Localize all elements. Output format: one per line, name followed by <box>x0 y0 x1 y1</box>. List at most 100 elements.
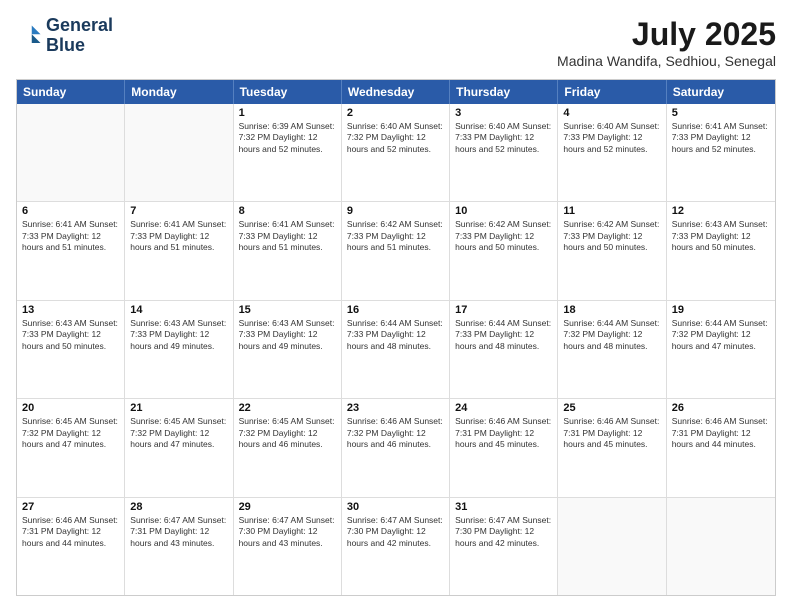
calendar-day-3: 3Sunrise: 6:40 AM Sunset: 7:33 PM Daylig… <box>450 104 558 201</box>
calendar-header: SundayMondayTuesdayWednesdayThursdayFrid… <box>17 80 775 104</box>
logo-icon <box>16 22 44 50</box>
calendar-empty-cell <box>558 498 666 595</box>
day-number: 20 <box>22 402 119 414</box>
calendar-day-22: 22 Sunrise: 6:45 AM Sunset: 7:32 PM Dayli… <box>234 399 342 496</box>
day-number: 16 <box>347 304 444 316</box>
header-cell-thursday: Thursday <box>450 80 558 104</box>
calendar-week-1: 1 Sunrise: 6:39 AM Sunset: 7:32 PM Daylig… <box>17 104 775 202</box>
day-number: 19 <box>672 304 770 316</box>
day-number: 3 <box>455 107 552 119</box>
logo-line1: General <box>46 16 113 36</box>
day-number: 11 <box>563 205 660 217</box>
day-number: 31 <box>455 501 552 513</box>
calendar-day-8: 8 Sunrise: 6:41 AM Sunset: 7:33 PM Daylig… <box>234 202 342 299</box>
calendar-week-3: 13 Sunrise: 6:43 AM Sunset: 7:33 PM Dayli… <box>17 301 775 399</box>
day-info: Sunrise: 6:45 AM Sunset: 7:32 PM Dayligh… <box>239 416 336 450</box>
day-info: Sunrise: 6:43 AM Sunset: 7:33 PM Dayligh… <box>130 318 227 352</box>
calendar-day-18: 18Sunrise: 6:44 AM Sunset: 7:32 PM Dayli… <box>558 301 666 398</box>
day-info: Sunrise: 6:47 AM Sunset: 7:30 PM Dayligh… <box>455 515 552 549</box>
day-number: 4 <box>563 107 660 119</box>
calendar-day-31: 31 Sunrise: 6:47 AM Sunset: 7:30 PM Dayli… <box>450 498 558 595</box>
day-number: 30 <box>347 501 444 513</box>
calendar-day-11: 11 Sunrise: 6:42 AM Sunset: 7:33 PM Dayli… <box>558 202 666 299</box>
header-cell-sunday: Sunday <box>17 80 125 104</box>
header-cell-saturday: Saturday <box>667 80 775 104</box>
location-title: Madina Wandifa, Sedhiou, Senegal <box>557 53 776 69</box>
calendar-day-23: 23 Sunrise: 6:46 AM Sunset: 7:32 PM Dayli… <box>342 399 450 496</box>
day-info: Sunrise: 6:42 AM Sunset: 7:33 PM Dayligh… <box>347 219 444 253</box>
calendar-day-26: 26Sunrise: 6:46 AM Sunset: 7:31 PM Dayli… <box>667 399 775 496</box>
day-info: Sunrise: 6:47 AM Sunset: 7:30 PM Dayligh… <box>239 515 336 549</box>
day-info: Sunrise: 6:46 AM Sunset: 7:31 PM Dayligh… <box>563 416 660 450</box>
day-info: Sunrise: 6:43 AM Sunset: 7:33 PM Dayligh… <box>672 219 770 253</box>
day-number: 1 <box>239 107 336 119</box>
day-number: 15 <box>239 304 336 316</box>
day-info: Sunrise: 6:41 AM Sunset: 7:33 PM Dayligh… <box>22 219 119 253</box>
day-number: 12 <box>672 205 770 217</box>
day-info: Sunrise: 6:47 AM Sunset: 7:31 PM Dayligh… <box>130 515 227 549</box>
calendar-day-15: 15 Sunrise: 6:43 AM Sunset: 7:33 PM Dayli… <box>234 301 342 398</box>
calendar-day-28: 28 Sunrise: 6:47 AM Sunset: 7:31 PM Dayli… <box>125 498 233 595</box>
calendar-week-5: 27Sunrise: 6:46 AM Sunset: 7:31 PM Dayli… <box>17 498 775 595</box>
calendar-day-20: 20 Sunrise: 6:45 AM Sunset: 7:32 PM Dayli… <box>17 399 125 496</box>
calendar: SundayMondayTuesdayWednesdayThursdayFrid… <box>16 79 776 596</box>
day-number: 13 <box>22 304 119 316</box>
calendar-body: 1 Sunrise: 6:39 AM Sunset: 7:32 PM Daylig… <box>17 104 775 595</box>
day-info: Sunrise: 6:41 AM Sunset: 7:33 PM Dayligh… <box>672 121 770 155</box>
calendar-day-17: 17Sunrise: 6:44 AM Sunset: 7:33 PM Dayli… <box>450 301 558 398</box>
day-number: 17 <box>455 304 552 316</box>
calendar-week-4: 20 Sunrise: 6:45 AM Sunset: 7:32 PM Dayli… <box>17 399 775 497</box>
calendar-day-12: 12 Sunrise: 6:43 AM Sunset: 7:33 PM Dayli… <box>667 202 775 299</box>
calendar-day-7: 7 Sunrise: 6:41 AM Sunset: 7:33 PM Daylig… <box>125 202 233 299</box>
day-number: 10 <box>455 205 552 217</box>
calendar-day-21: 21Sunrise: 6:45 AM Sunset: 7:32 PM Dayli… <box>125 399 233 496</box>
day-number: 29 <box>239 501 336 513</box>
calendar-day-1: 1 Sunrise: 6:39 AM Sunset: 7:32 PM Daylig… <box>234 104 342 201</box>
day-number: 23 <box>347 402 444 414</box>
header-cell-wednesday: Wednesday <box>342 80 450 104</box>
calendar-day-5: 5 Sunrise: 6:41 AM Sunset: 7:33 PM Daylig… <box>667 104 775 201</box>
calendar-day-27: 27Sunrise: 6:46 AM Sunset: 7:31 PM Dayli… <box>17 498 125 595</box>
day-info: Sunrise: 6:43 AM Sunset: 7:33 PM Dayligh… <box>22 318 119 352</box>
day-info: Sunrise: 6:41 AM Sunset: 7:33 PM Dayligh… <box>130 219 227 253</box>
day-info: Sunrise: 6:44 AM Sunset: 7:33 PM Dayligh… <box>347 318 444 352</box>
day-info: Sunrise: 6:44 AM Sunset: 7:32 PM Dayligh… <box>672 318 770 352</box>
calendar-day-16: 16 Sunrise: 6:44 AM Sunset: 7:33 PM Dayli… <box>342 301 450 398</box>
day-info: Sunrise: 6:39 AM Sunset: 7:32 PM Dayligh… <box>239 121 336 155</box>
day-info: Sunrise: 6:46 AM Sunset: 7:31 PM Dayligh… <box>22 515 119 549</box>
header-cell-monday: Monday <box>125 80 233 104</box>
day-info: Sunrise: 6:43 AM Sunset: 7:33 PM Dayligh… <box>239 318 336 352</box>
day-number: 25 <box>563 402 660 414</box>
day-info: Sunrise: 6:44 AM Sunset: 7:32 PM Dayligh… <box>563 318 660 352</box>
calendar-day-24: 24Sunrise: 6:46 AM Sunset: 7:31 PM Dayli… <box>450 399 558 496</box>
calendar-day-19: 19 Sunrise: 6:44 AM Sunset: 7:32 PM Dayli… <box>667 301 775 398</box>
day-number: 5 <box>672 107 770 119</box>
month-title: July 2025 <box>557 16 776 53</box>
calendar-day-29: 29 Sunrise: 6:47 AM Sunset: 7:30 PM Dayli… <box>234 498 342 595</box>
day-info: Sunrise: 6:46 AM Sunset: 7:32 PM Dayligh… <box>347 416 444 450</box>
day-number: 24 <box>455 402 552 414</box>
calendar-day-25: 25 Sunrise: 6:46 AM Sunset: 7:31 PM Dayli… <box>558 399 666 496</box>
day-number: 7 <box>130 205 227 217</box>
day-number: 6 <box>22 205 119 217</box>
day-info: Sunrise: 6:45 AM Sunset: 7:32 PM Dayligh… <box>22 416 119 450</box>
day-number: 8 <box>239 205 336 217</box>
day-info: Sunrise: 6:46 AM Sunset: 7:31 PM Dayligh… <box>672 416 770 450</box>
header-cell-tuesday: Tuesday <box>234 80 342 104</box>
day-number: 28 <box>130 501 227 513</box>
calendar-day-9: 9Sunrise: 6:42 AM Sunset: 7:33 PM Daylig… <box>342 202 450 299</box>
day-info: Sunrise: 6:42 AM Sunset: 7:33 PM Dayligh… <box>563 219 660 253</box>
calendar-empty-cell <box>17 104 125 201</box>
day-info: Sunrise: 6:41 AM Sunset: 7:33 PM Dayligh… <box>239 219 336 253</box>
title-block: July 2025 Madina Wandifa, Sedhiou, Seneg… <box>557 16 776 69</box>
logo-line2: Blue <box>46 36 113 56</box>
calendar-day-6: 6 Sunrise: 6:41 AM Sunset: 7:33 PM Daylig… <box>17 202 125 299</box>
day-number: 22 <box>239 402 336 414</box>
calendar-day-2: 2Sunrise: 6:40 AM Sunset: 7:32 PM Daylig… <box>342 104 450 201</box>
logo-text: General Blue <box>46 16 113 56</box>
calendar-day-30: 30Sunrise: 6:47 AM Sunset: 7:30 PM Dayli… <box>342 498 450 595</box>
calendar-day-14: 14Sunrise: 6:43 AM Sunset: 7:33 PM Dayli… <box>125 301 233 398</box>
calendar-day-13: 13 Sunrise: 6:43 AM Sunset: 7:33 PM Dayli… <box>17 301 125 398</box>
calendar-day-4: 4Sunrise: 6:40 AM Sunset: 7:33 PM Daylig… <box>558 104 666 201</box>
header-cell-friday: Friday <box>558 80 666 104</box>
